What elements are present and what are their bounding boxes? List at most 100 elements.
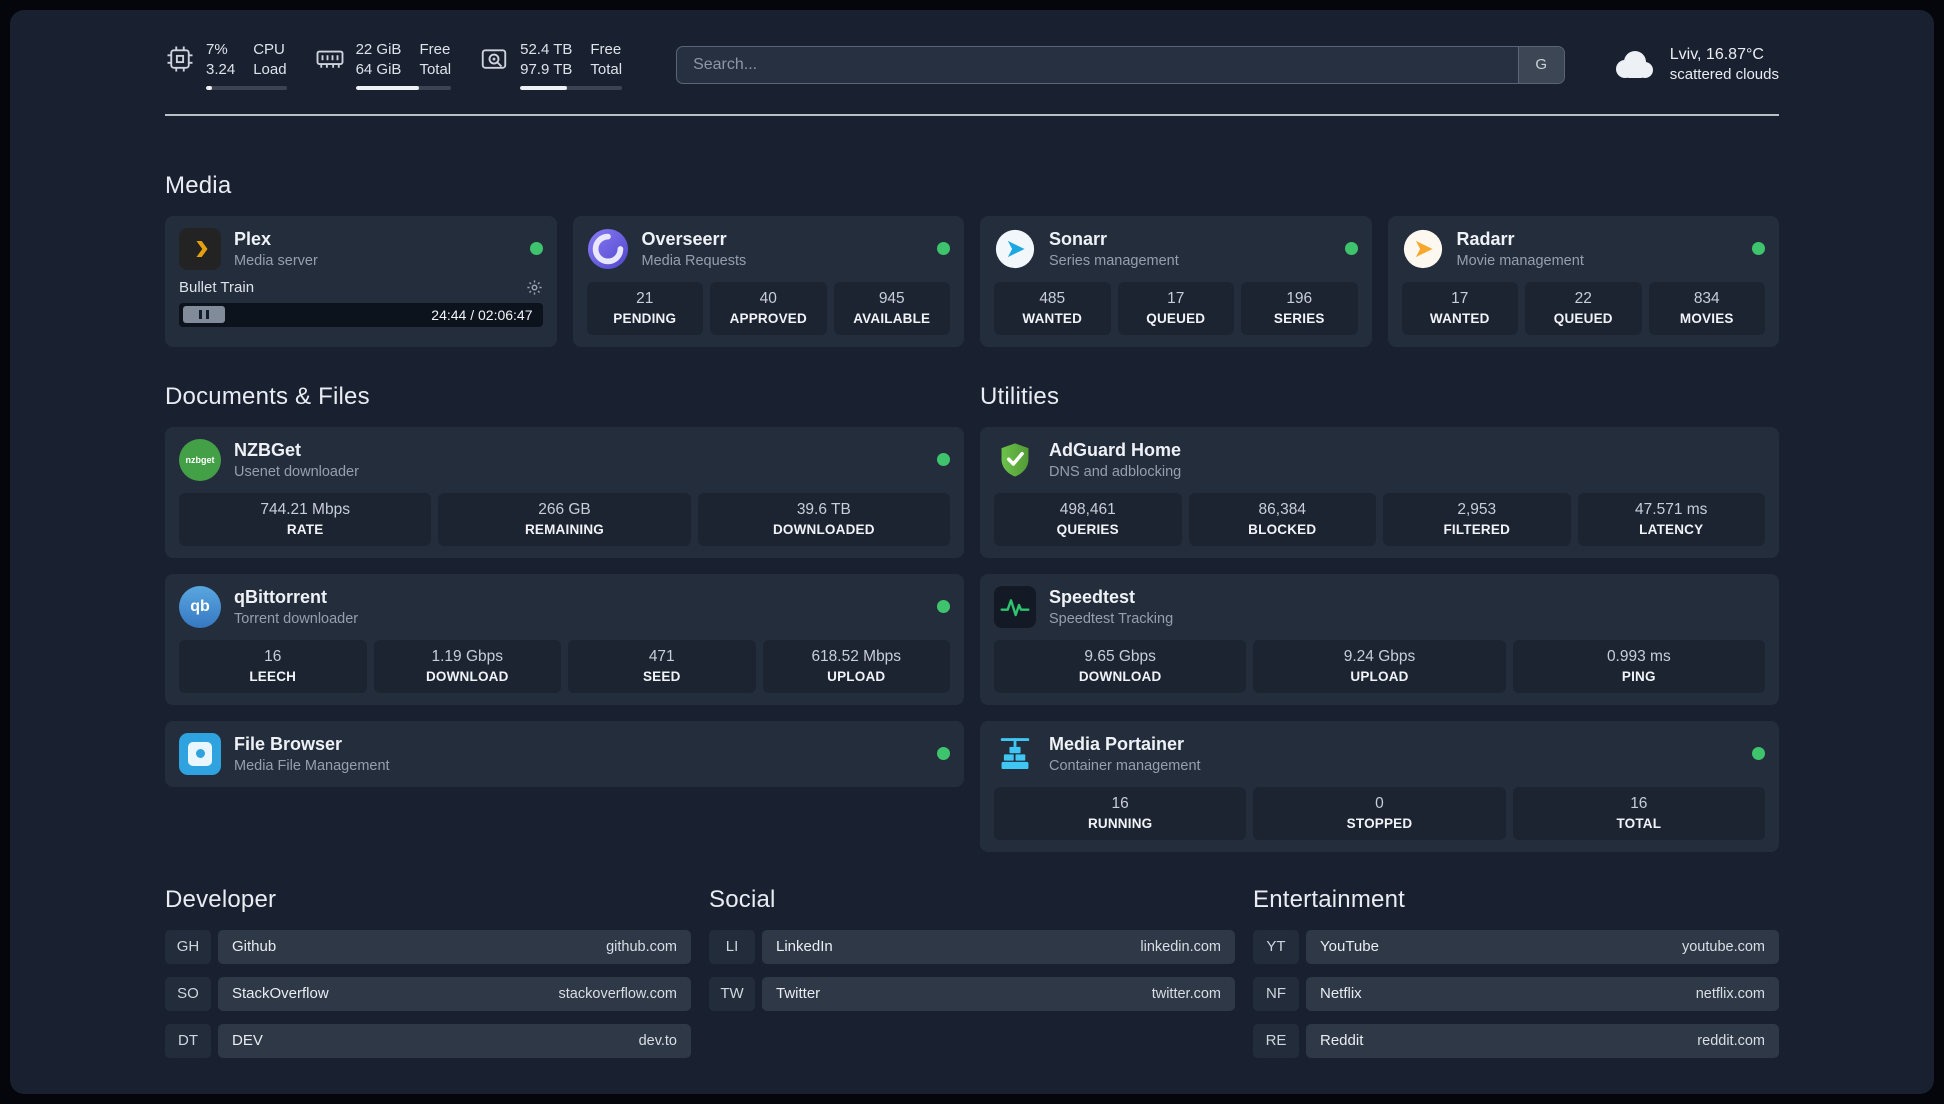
card-header: Sonarr Series management bbox=[994, 228, 1358, 270]
app-description: Movie management bbox=[1456, 252, 1584, 269]
bookmark-bar: YouTube youtube.com bbox=[1306, 929, 1779, 964]
bookmark-linkedin[interactable]: LI LinkedIn linkedin.com bbox=[709, 929, 1235, 964]
app-description: Media server bbox=[234, 252, 318, 269]
weather-widget: Lviv, 16.87°C scattered clouds bbox=[1611, 46, 1779, 83]
bookmark-url: github.com bbox=[606, 938, 677, 955]
filebrowser-icon bbox=[179, 732, 221, 775]
playback-progress-bar[interactable]: 24:44 / 02:06:47 bbox=[179, 302, 543, 327]
stat-queries: 498,461 QUERIES bbox=[994, 492, 1182, 546]
card-header: Media Portainer Container management bbox=[994, 733, 1765, 775]
top-bar: 7% 3.24 CPU Load 22 GiB 64 GiB Free Tota… bbox=[165, 10, 1779, 90]
bookmark-url: stackoverflow.com bbox=[558, 985, 677, 1002]
developer-bookmarks: Developer GH Github github.com SO StackO… bbox=[165, 886, 691, 1071]
bookmark-reddit[interactable]: RE Reddit reddit.com bbox=[1253, 1023, 1779, 1058]
pause-button[interactable] bbox=[183, 306, 225, 323]
stat-movies: 834 MOVIES bbox=[1648, 281, 1765, 335]
stat-queued: 22 QUEUED bbox=[1525, 281, 1642, 335]
app-description: Speedtest Tracking bbox=[1049, 610, 1174, 627]
bookmark-url: twitter.com bbox=[1151, 985, 1221, 1002]
app-card-adguard[interactable]: AdGuard Home DNS and adblocking 498,461 … bbox=[980, 426, 1779, 558]
section-title-utilities: Utilities bbox=[980, 382, 1060, 410]
entertainment-bookmarks: Entertainment YT YouTube youtube.com NF … bbox=[1253, 886, 1779, 1071]
stat-remaining: 266 GB REMAINING bbox=[438, 492, 691, 546]
card-header: Speedtest Speedtest Tracking bbox=[994, 585, 1765, 628]
bookmark-name: Reddit bbox=[1320, 1032, 1364, 1049]
status-online-dot bbox=[1344, 242, 1358, 255]
stat-latency: 47.571 ms LATENCY bbox=[1577, 492, 1765, 546]
app-card-portainer[interactable]: Media Portainer Container management 16 … bbox=[980, 720, 1779, 852]
stat-pending: 21 PENDING bbox=[586, 281, 703, 335]
app-card-plex[interactable]: Plex Media server Bullet Train 24:44 / 0… bbox=[165, 215, 557, 347]
search-provider-button[interactable]: G bbox=[1517, 46, 1564, 83]
memory-free-label: Free bbox=[419, 41, 451, 58]
bookmark-name: LinkedIn bbox=[776, 938, 833, 955]
nzbget-icon: nzbget bbox=[179, 438, 221, 481]
bookmark-stackoverflow[interactable]: SO StackOverflow stackoverflow.com bbox=[165, 976, 691, 1011]
app-card-radarr[interactable]: Radarr Movie management 17 WANTED 22 QUE… bbox=[1387, 215, 1779, 347]
memory-free-value: 22 GiB bbox=[355, 41, 402, 58]
status-online-dot bbox=[937, 600, 950, 613]
overseerr-icon bbox=[587, 228, 629, 270]
bookmark-abbr: NF bbox=[1253, 976, 1299, 1011]
app-name: Overseerr bbox=[641, 228, 727, 249]
app-name: Radarr bbox=[1456, 228, 1515, 249]
app-card-qbittorrent[interactable]: qb qBittorrent Torrent downloader 16 LEE… bbox=[165, 573, 964, 705]
bookmark-abbr: YT bbox=[1253, 929, 1299, 964]
stat-seed: 471 SEED bbox=[568, 639, 756, 693]
stat-upload: 9.24 Gbps UPLOAD bbox=[1253, 639, 1506, 693]
bookmark-github[interactable]: GH Github github.com bbox=[165, 929, 691, 964]
app-card-nzbget[interactable]: nzbget NZBGet Usenet downloader 744.21 M… bbox=[165, 426, 964, 558]
card-header: Radarr Movie management bbox=[1402, 228, 1765, 270]
card-header: File Browser Media File Management bbox=[179, 732, 950, 775]
stat-total: 16 TOTAL bbox=[1512, 786, 1765, 840]
app-description: Series management bbox=[1049, 252, 1179, 269]
bookmark-bar: StackOverflow stackoverflow.com bbox=[218, 976, 691, 1011]
dashboard-page: 7% 3.24 CPU Load 22 GiB 64 GiB Free Tota… bbox=[10, 10, 1934, 1094]
bookmark-youtube[interactable]: YT YouTube youtube.com bbox=[1253, 929, 1779, 964]
plex-icon bbox=[179, 227, 221, 270]
disk-widget: 52.4 TB 97.9 TB Free Total bbox=[479, 40, 623, 90]
bookmark-name: Netflix bbox=[1320, 985, 1362, 1002]
stat-download: 9.65 Gbps DOWNLOAD bbox=[994, 639, 1247, 693]
utilities-section: Utilities AdGuard Home DNS and adblockin… bbox=[980, 383, 1779, 852]
search-input[interactable] bbox=[677, 46, 1518, 83]
bookmark-bar: LinkedIn linkedin.com bbox=[762, 929, 1235, 964]
app-card-filebrowser[interactable]: File Browser Media File Management bbox=[165, 720, 964, 787]
cpu-label: CPU bbox=[253, 41, 285, 58]
app-card-speedtest[interactable]: Speedtest Speedtest Tracking 9.65 Gbps D… bbox=[980, 573, 1779, 705]
app-card-overseerr[interactable]: Overseerr Media Requests 21 PENDING 40 A… bbox=[572, 215, 964, 347]
bookmark-bar: Twitter twitter.com bbox=[762, 976, 1235, 1011]
app-name: Sonarr bbox=[1049, 228, 1108, 249]
stat-download: 1.19 Gbps DOWNLOAD bbox=[373, 639, 561, 693]
bookmark-abbr: GH bbox=[165, 929, 211, 964]
stat-blocked: 86,384 BLOCKED bbox=[1188, 492, 1376, 546]
bookmark-url: youtube.com bbox=[1681, 938, 1765, 955]
app-card-sonarr[interactable]: Sonarr Series management 485 WANTED 17 Q… bbox=[980, 215, 1372, 347]
cpu-load-value: 3.24 bbox=[206, 61, 236, 79]
bookmark-netflix[interactable]: NF Netflix netflix.com bbox=[1253, 976, 1779, 1011]
radarr-icon bbox=[1402, 228, 1444, 270]
qbittorrent-icon: qb bbox=[179, 585, 221, 628]
bookmark-bar: Reddit reddit.com bbox=[1306, 1023, 1779, 1058]
status-online-dot bbox=[937, 747, 950, 760]
cpu-icon bbox=[165, 40, 195, 79]
bookmark-abbr: LI bbox=[709, 929, 755, 964]
gear-icon[interactable] bbox=[526, 279, 543, 296]
section-title-entertainment: Entertainment bbox=[1253, 885, 1406, 913]
memory-icon bbox=[315, 40, 345, 79]
app-name: File Browser bbox=[234, 733, 343, 754]
bookmark-twitter[interactable]: TW Twitter twitter.com bbox=[709, 976, 1235, 1011]
card-header: qb qBittorrent Torrent downloader bbox=[179, 585, 950, 628]
portainer-icon bbox=[994, 733, 1036, 775]
status-online-dot bbox=[1752, 747, 1765, 760]
bookmark-dev[interactable]: DT DEV dev.to bbox=[165, 1023, 691, 1058]
bookmark-url: linkedin.com bbox=[1140, 938, 1221, 955]
app-name: Media Portainer bbox=[1049, 733, 1185, 754]
search-bar[interactable]: G bbox=[676, 45, 1565, 84]
app-description: Media File Management bbox=[234, 757, 390, 774]
cpu-usage-bar bbox=[206, 85, 287, 90]
stat-available: 945 AVAILABLE bbox=[833, 281, 950, 335]
app-description: Container management bbox=[1049, 757, 1201, 774]
speedtest-icon bbox=[994, 585, 1036, 628]
social-bookmarks: Social LI LinkedIn linkedin.com TW Twitt… bbox=[709, 886, 1235, 1024]
